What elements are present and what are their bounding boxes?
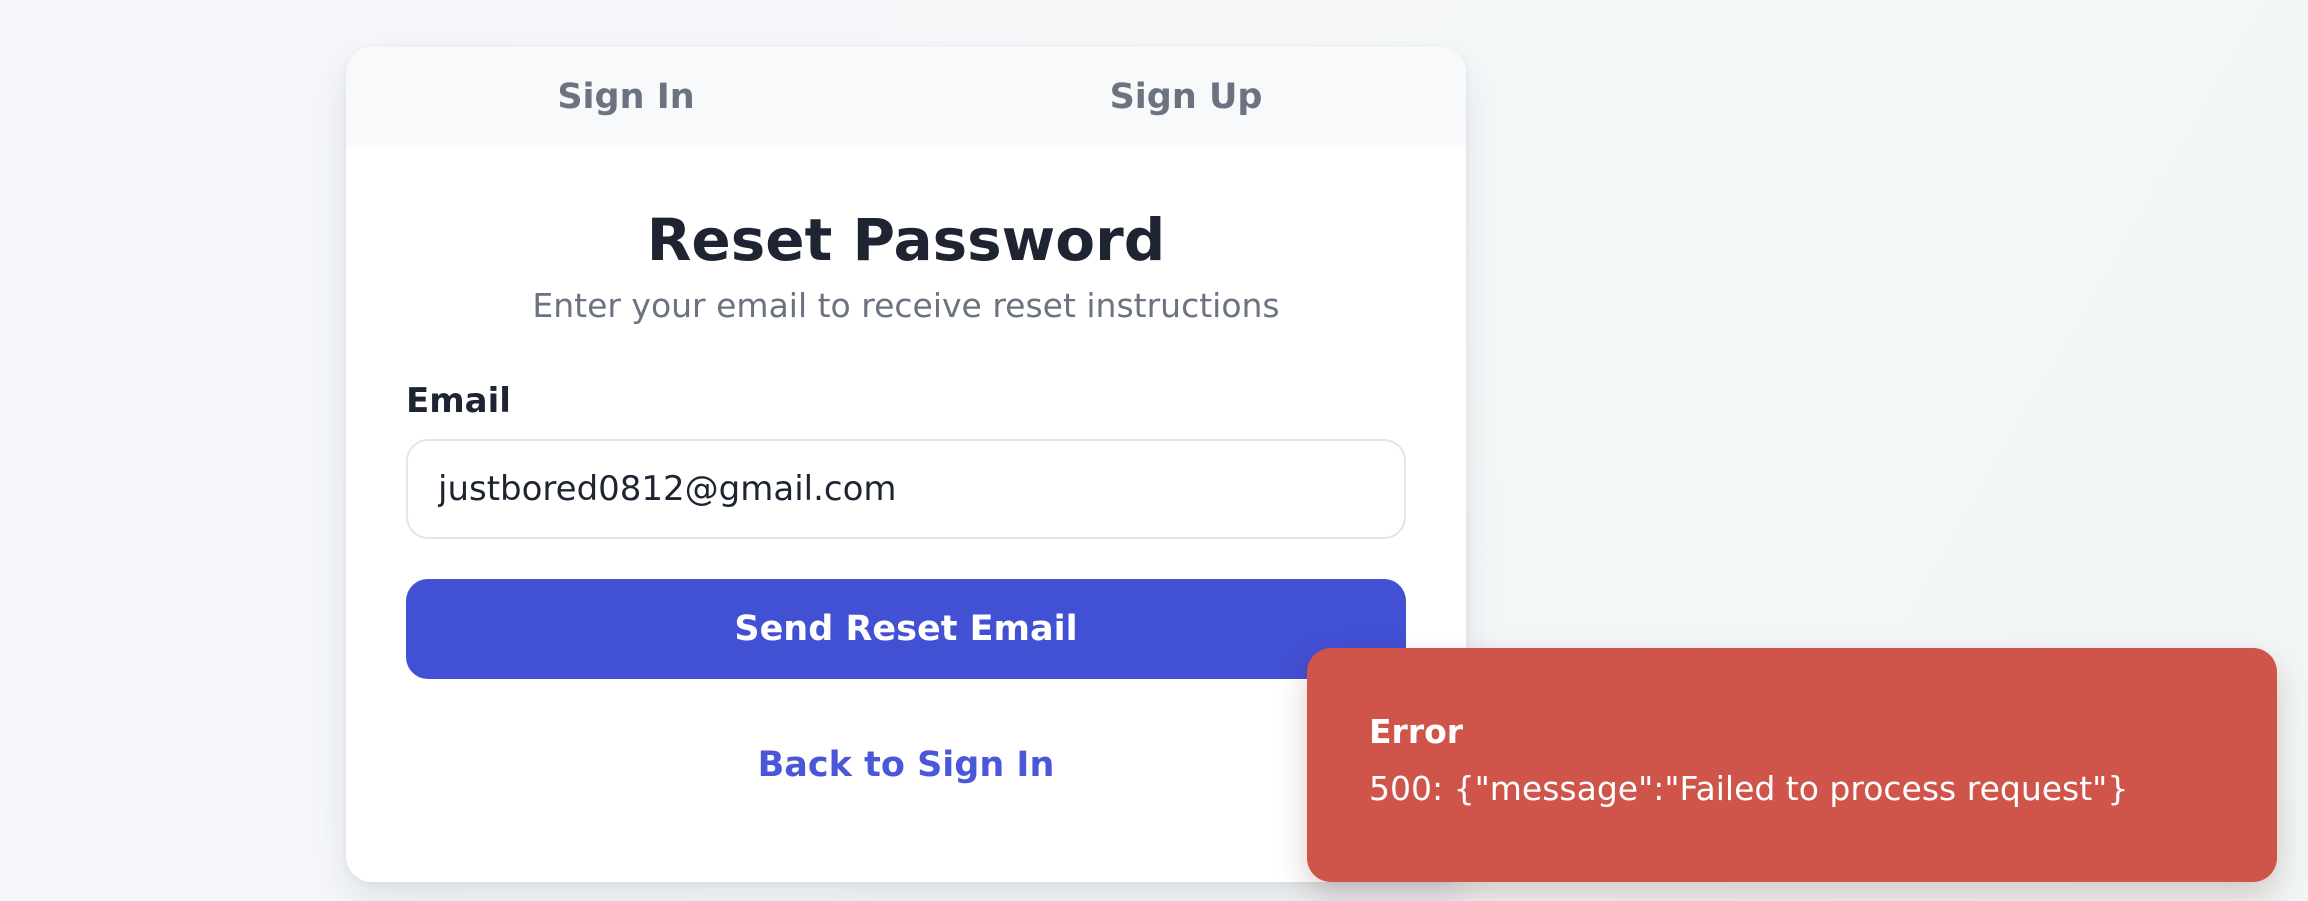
toast-title: Error (1369, 712, 1464, 751)
page-title: Reset Password (646, 206, 1166, 274)
send-reset-email-button[interactable]: Send Reset Email (406, 578, 1406, 679)
form-content: Reset Password Enter your email to recei… (346, 207, 1466, 785)
email-field[interactable] (406, 438, 1406, 539)
auth-tabs: Sign In Sign Up (346, 47, 1466, 147)
tab-sign-in[interactable]: Sign In (346, 47, 906, 147)
page-subtitle: Enter your email to receive reset instru… (532, 285, 1280, 325)
toast-message: 500: {"message":"Failed to process reque… (1369, 769, 2129, 808)
error-toast[interactable]: Error 500: {"message":"Failed to process… (1307, 648, 2277, 882)
reset-password-card: Sign In Sign Up Reset Password Enter you… (346, 47, 1466, 882)
tab-sign-up[interactable]: Sign Up (906, 47, 1466, 147)
back-to-sign-in-link[interactable]: Back to Sign In (406, 745, 1406, 785)
email-label: Email (406, 380, 511, 421)
